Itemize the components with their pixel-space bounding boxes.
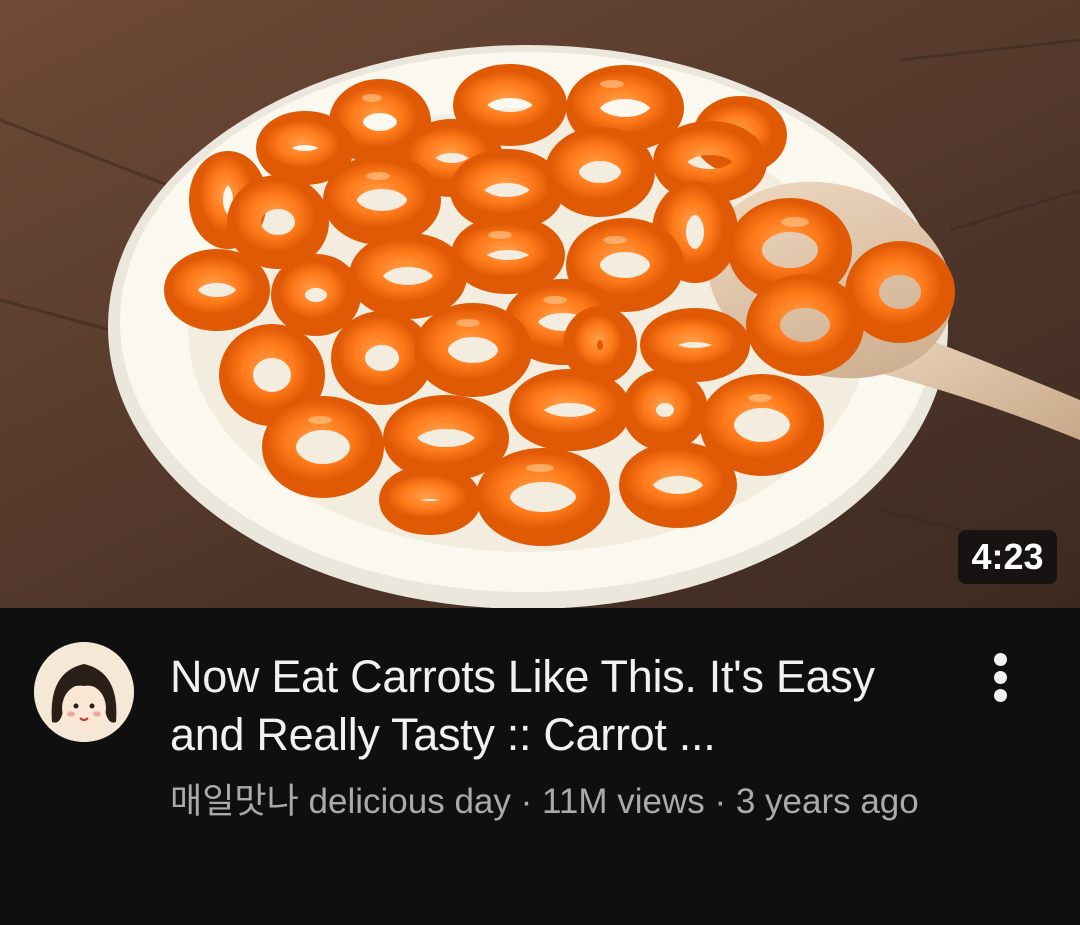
video-title[interactable]: Now Eat Carrots Like This. It's Easy and… — [170, 648, 950, 764]
more-options-button[interactable] — [975, 645, 1025, 710]
thumbnail-image — [0, 38, 1080, 608]
avatar-girl-icon — [34, 642, 134, 742]
video-thumbnail[interactable]: 4:23 — [0, 0, 1080, 608]
upload-age: 3 years ago — [735, 782, 919, 821]
channel-avatar[interactable] — [34, 642, 134, 742]
separator: · — [510, 782, 542, 821]
duration-badge: 4:23 — [958, 530, 1057, 584]
separator: · — [704, 782, 736, 821]
view-count: 11M views — [541, 782, 705, 821]
video-subtitle: 매일맛나 delicious day · 11M views · 3 years… — [170, 777, 940, 827]
channel-name[interactable]: 매일맛나 delicious day — [170, 782, 511, 821]
